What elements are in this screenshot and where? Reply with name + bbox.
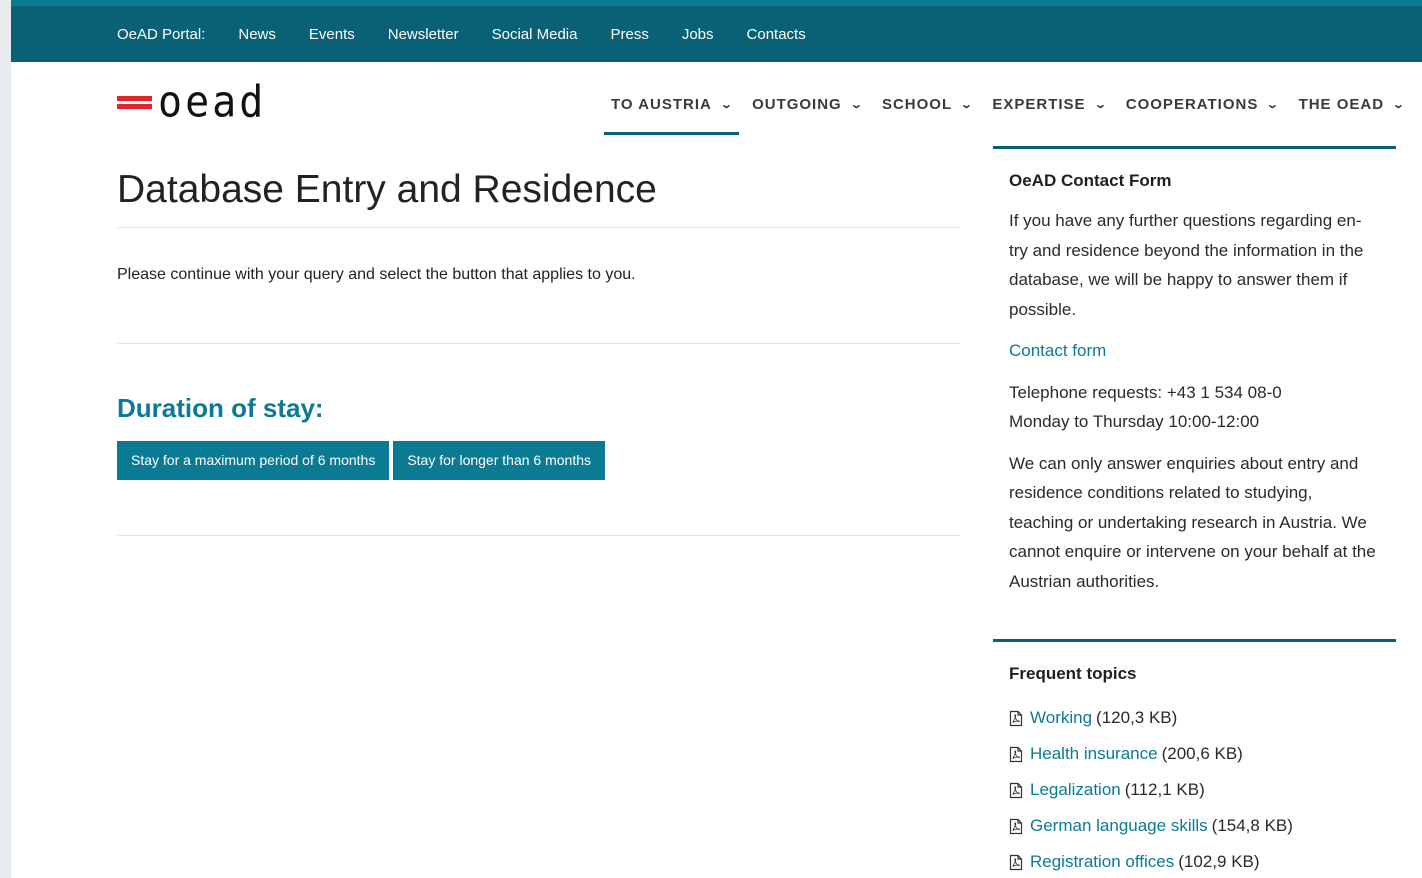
chevron-down-icon: ⌄ (1093, 98, 1108, 111)
pdf-file-icon (1009, 746, 1023, 762)
list-item: German language skills (154,8 KB) (1009, 808, 1380, 844)
pdf-file-icon (1009, 710, 1023, 726)
header: oead TO AUSTRIA ⌄ OUTGOING ⌄ SCHOOL ⌄ EX… (11, 62, 1422, 135)
file-size: (120,3 KB) (1096, 708, 1178, 727)
nav-item-expertise[interactable]: EXPERTISE ⌄ (985, 89, 1112, 119)
frequent-topics-box: Frequent topics Working (120,3 KB) Healt… (993, 639, 1396, 878)
topic-link-german-language-skills[interactable]: German language skills (1030, 816, 1208, 836)
pdf-file-icon (1009, 782, 1023, 798)
contact-box-heading: OeAD Contact Form (1009, 171, 1172, 190)
contact-box-notice: We can only answer enquiries about entry… (1009, 453, 1376, 591)
nav-item-label: TO AUSTRIA (611, 95, 712, 113)
chevron-down-icon: ⌄ (1266, 98, 1281, 111)
nav-item-label: EXPERTISE (992, 95, 1086, 113)
nav-item-to-austria[interactable]: TO AUSTRIA ⌄ (604, 89, 740, 135)
main-content: Database Entry and Residence Please cont… (117, 132, 960, 536)
file-size: (112,1 KB) (1124, 780, 1205, 799)
file-size: (200,6 KB) (1161, 744, 1243, 763)
portal-label: OeAD Portal: (117, 25, 206, 43)
page-title: Database Entry and Residence (117, 168, 657, 211)
topbar-link-events[interactable]: Events (309, 26, 355, 43)
contact-box-intro: If you have any further questions regard… (1009, 211, 1364, 319)
nav-item-label: COOPERATIONS (1125, 95, 1259, 113)
file-size: (102,9 KB) (1178, 852, 1260, 871)
pdf-file-icon (1009, 854, 1023, 870)
topic-link-registration-offices[interactable]: Registration offices (1030, 852, 1174, 872)
sidebar: OeAD Contact Form If you have any furthe… (993, 146, 1396, 878)
logo-wordmark: oead (158, 76, 267, 128)
topbar-link-contacts[interactable]: Contacts (747, 26, 806, 43)
intro-text: Please continue with your query and sele… (117, 266, 636, 283)
austria-flag-icon (117, 95, 152, 109)
duration-buttons: Stay for a maximum period of 6 months St… (117, 441, 960, 480)
contact-box: OeAD Contact Form If you have any furthe… (993, 146, 1396, 596)
main-navigation: TO AUSTRIA ⌄ OUTGOING ⌄ SCHOOL ⌄ EXPERTI… (604, 89, 1417, 135)
topic-link-health-insurance[interactable]: Health insurance (1030, 744, 1158, 764)
divider (117, 535, 960, 536)
topics-list: Working (120,3 KB) Health insurance (200… (1009, 700, 1380, 878)
stay-max-6-months-button[interactable]: Stay for a maximum period of 6 months (117, 441, 390, 480)
nav-item-outgoing[interactable]: OUTGOING ⌄ (745, 89, 869, 119)
topbar-link-newsletter[interactable]: Newsletter (388, 26, 459, 43)
topic-link-working[interactable]: Working (1030, 708, 1092, 728)
stay-longer-6-months-button[interactable]: Stay for longer than 6 months (393, 441, 605, 480)
list-item: Registration offices (102,9 KB) (1009, 844, 1380, 878)
contact-form-link[interactable]: Contact form (1009, 341, 1106, 360)
divider (117, 343, 960, 344)
chevron-down-icon: ⌄ (1392, 98, 1407, 111)
oead-logo[interactable]: oead (117, 76, 267, 128)
file-size: (154,8 KB) (1211, 816, 1293, 835)
pdf-file-icon (1009, 818, 1023, 834)
nav-item-the-oead[interactable]: THE OEAD ⌄ (1292, 89, 1412, 119)
divider (117, 227, 960, 228)
topbar-link-news[interactable]: News (238, 26, 276, 43)
chevron-down-icon: ⌄ (849, 98, 864, 111)
topic-link-legalization[interactable]: Legalization (1030, 780, 1121, 800)
office-hours: Monday to Thursday 10:00-12:00 (1009, 412, 1260, 431)
nav-item-school[interactable]: SCHOOL ⌄ (875, 89, 979, 119)
chevron-down-icon: ⌄ (960, 98, 975, 111)
topbar-link-jobs[interactable]: Jobs (682, 26, 714, 43)
list-item: Working (120,3 KB) (1009, 700, 1380, 736)
list-item: Health insurance (200,6 KB) (1009, 736, 1380, 772)
list-item: Legalization (112,1 KB) (1009, 772, 1380, 808)
telephone-requests: Telephone requests: +43 1 534 08-0 (1009, 382, 1282, 402)
frequent-topics-heading: Frequent topics (1009, 664, 1137, 683)
page: OeAD Portal: News Events Newsletter Soci… (11, 0, 1422, 878)
nav-item-label: OUTGOING (752, 95, 842, 113)
topbar-link-social-media[interactable]: Social Media (492, 26, 578, 43)
chevron-down-icon: ⌄ (719, 98, 735, 111)
topbar-link-press[interactable]: Press (611, 26, 649, 43)
nav-item-cooperations[interactable]: COOPERATIONS ⌄ (1119, 89, 1286, 119)
nav-item-label: SCHOOL (881, 95, 953, 113)
top-bar: OeAD Portal: News Events Newsletter Soci… (11, 0, 1422, 62)
nav-item-label: THE OEAD (1298, 95, 1385, 113)
section-heading: Duration of stay: (117, 393, 324, 423)
